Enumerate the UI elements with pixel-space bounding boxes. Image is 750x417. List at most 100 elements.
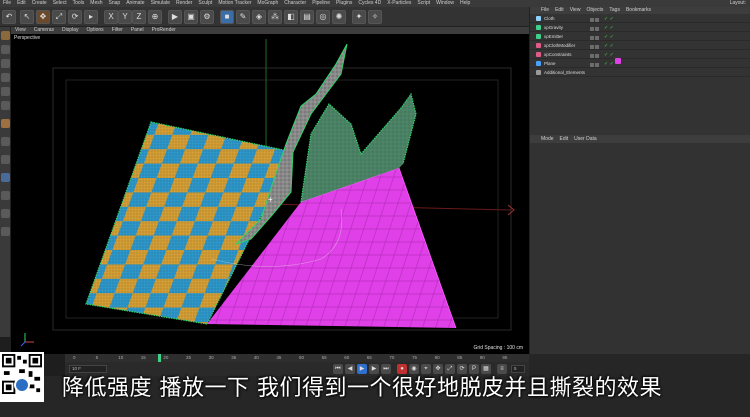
material-tag-icon[interactable] xyxy=(615,58,621,64)
xp-system-icon[interactable]: ✦ xyxy=(352,10,366,24)
move-icon[interactable]: ✥ xyxy=(36,10,50,24)
menu-x-particles[interactable]: X-Particles xyxy=(384,0,414,7)
axis-z-button[interactable]: Z xyxy=(132,10,146,24)
menu-mograph[interactable]: MoGraph xyxy=(254,0,281,7)
tweak-mode-icon[interactable] xyxy=(1,137,10,146)
menu-script[interactable]: Script xyxy=(414,0,433,7)
goto-end-icon[interactable]: ⏭ xyxy=(381,364,391,374)
viewport-menu-view[interactable]: View xyxy=(11,27,30,34)
visibility-dots-icon[interactable] xyxy=(590,34,602,40)
menu-plugins[interactable]: Plugins xyxy=(333,0,355,7)
menu-window[interactable]: Window xyxy=(433,0,457,7)
camera-icon[interactable]: ◎ xyxy=(316,10,330,24)
pla-key-icon[interactable]: ▦ xyxy=(481,364,491,374)
timeline-ruler[interactable]: 0 5 10 15 20 25 30 35 40 45 50 55 60 65 70 75 80 85 90 95 xyxy=(65,354,529,362)
menu-select[interactable]: Select xyxy=(50,0,70,7)
object-name[interactable]: Additional_Elements xyxy=(544,68,585,77)
timeline-menu-icon[interactable]: ≡ xyxy=(497,364,507,374)
scale-icon[interactable]: ⤢ xyxy=(52,10,66,24)
menu-simulate[interactable]: Simulate xyxy=(148,0,173,7)
snap-icon[interactable] xyxy=(1,155,10,164)
render-settings-icon[interactable]: ⚙ xyxy=(200,10,214,24)
workplane-icon[interactable] xyxy=(1,59,10,68)
timeline-playhead[interactable] xyxy=(158,354,161,362)
render-view-icon[interactable]: ▶ xyxy=(168,10,182,24)
deformer-icon[interactable]: ◧ xyxy=(284,10,298,24)
pen-icon[interactable]: ✎ xyxy=(236,10,250,24)
object-name[interactable]: xpClothModifier xyxy=(544,41,575,50)
points-mode-icon[interactable] xyxy=(1,73,10,82)
am-menu-user-data[interactable]: User Data xyxy=(571,135,600,143)
object-name[interactable]: Plane xyxy=(544,59,556,68)
rotate-icon[interactable]: ⟳ xyxy=(68,10,82,24)
menu-edit[interactable]: Edit xyxy=(14,0,29,7)
menu-tools[interactable]: Tools xyxy=(70,0,88,7)
menu-create[interactable]: Create xyxy=(29,0,50,7)
rotation-key-icon[interactable]: ⟳ xyxy=(457,364,467,374)
object-name[interactable]: Cloth xyxy=(544,14,555,23)
scene-icon[interactable]: ▤ xyxy=(300,10,314,24)
array-icon[interactable]: ⁂ xyxy=(268,10,282,24)
viewport-menu-display[interactable]: Display xyxy=(58,27,82,34)
param-key-icon[interactable]: P xyxy=(469,364,479,374)
object-row[interactable]: xpGravity ✓ ✓ xyxy=(530,23,750,32)
undo-icon[interactable]: ↶ xyxy=(2,10,16,24)
end-frame-field[interactable]: 5 xyxy=(511,365,525,373)
menu-cycles-4d[interactable]: Cycles 4D xyxy=(355,0,384,7)
object-name[interactable]: xpEmitter xyxy=(544,32,563,41)
autokey-icon[interactable]: ◉ xyxy=(409,364,419,374)
menu-mesh[interactable]: Mesh xyxy=(87,0,105,7)
record-icon[interactable]: ● xyxy=(397,364,407,374)
object-axis-handle[interactable]: + xyxy=(268,195,273,204)
om-menu-tags[interactable]: Tags xyxy=(606,7,623,14)
viewport-menu-options[interactable]: Options xyxy=(82,27,107,34)
object-name[interactable]: xpConstraints xyxy=(544,50,572,59)
om-menu-file[interactable]: File xyxy=(538,7,552,14)
menu-character[interactable]: Character xyxy=(281,0,309,7)
menu-snap[interactable]: Snap xyxy=(106,0,124,7)
keyframe-selection-icon[interactable]: ⌖ xyxy=(421,364,431,374)
play-icon[interactable]: ▶ xyxy=(357,364,367,374)
light-icon[interactable]: ✺ xyxy=(332,10,346,24)
visibility-dots-icon[interactable] xyxy=(590,61,602,67)
position-key-icon[interactable]: ✥ xyxy=(433,364,443,374)
xp-emitter-icon[interactable]: ✧ xyxy=(368,10,382,24)
magnet-icon[interactable] xyxy=(1,173,10,182)
menu-animate[interactable]: Animate xyxy=(123,0,147,7)
visibility-dots-icon[interactable] xyxy=(590,43,602,49)
render-picture-viewer-icon[interactable]: ▣ xyxy=(184,10,198,24)
viewport-menu-panel[interactable]: Panel xyxy=(127,27,148,34)
edges-mode-icon[interactable] xyxy=(1,87,10,96)
viewport-menu-prorender[interactable]: ProRender xyxy=(148,27,180,34)
object-row[interactable]: xpClothModifier ✓ ✓ xyxy=(530,41,750,50)
menu-file[interactable]: File xyxy=(0,0,14,7)
visibility-dots-icon[interactable] xyxy=(590,16,602,22)
visibility-dots-icon[interactable] xyxy=(590,25,602,31)
scale-key-icon[interactable]: ⤢ xyxy=(445,364,455,374)
goto-start-icon[interactable]: ⏮ xyxy=(333,364,343,374)
axis-y-button[interactable]: Y xyxy=(118,10,132,24)
texture-mode-icon[interactable] xyxy=(1,45,10,54)
am-menu-mode[interactable]: Mode xyxy=(538,135,557,143)
polygons-mode-icon[interactable] xyxy=(1,101,10,110)
om-menu-bookmarks[interactable]: Bookmarks xyxy=(623,7,654,14)
menu-render[interactable]: Render xyxy=(173,0,195,7)
menu-motion-tracker[interactable]: Motion Tracker xyxy=(215,0,254,7)
am-menu-edit[interactable]: Edit xyxy=(557,135,572,143)
object-row[interactable]: Plane ✓ ✓ xyxy=(530,59,750,68)
menu-pipeline[interactable]: Pipeline xyxy=(309,0,333,7)
viewport-camera-label[interactable]: Perspective xyxy=(14,35,40,41)
om-menu-edit[interactable]: Edit xyxy=(552,7,567,14)
coordinate-system-icon[interactable]: ⊕ xyxy=(148,10,162,24)
object-row[interactable]: Additional_Elements xyxy=(530,68,750,77)
recent-tools-icon[interactable]: ▸ xyxy=(84,10,98,24)
visibility-dots-icon[interactable] xyxy=(590,52,602,58)
axis-mode-icon[interactable] xyxy=(1,119,10,128)
object-row[interactable]: Cloth ✓ ✓ xyxy=(530,14,750,23)
menu-sculpt[interactable]: Sculpt xyxy=(195,0,215,7)
object-row[interactable]: xpEmitter ✓ ✓ xyxy=(530,32,750,41)
menu-help[interactable]: Help xyxy=(457,0,473,7)
next-key-icon[interactable]: ▶ xyxy=(369,364,379,374)
lock-workplane-icon[interactable] xyxy=(1,191,10,200)
om-menu-objects[interactable]: Objects xyxy=(583,7,606,14)
